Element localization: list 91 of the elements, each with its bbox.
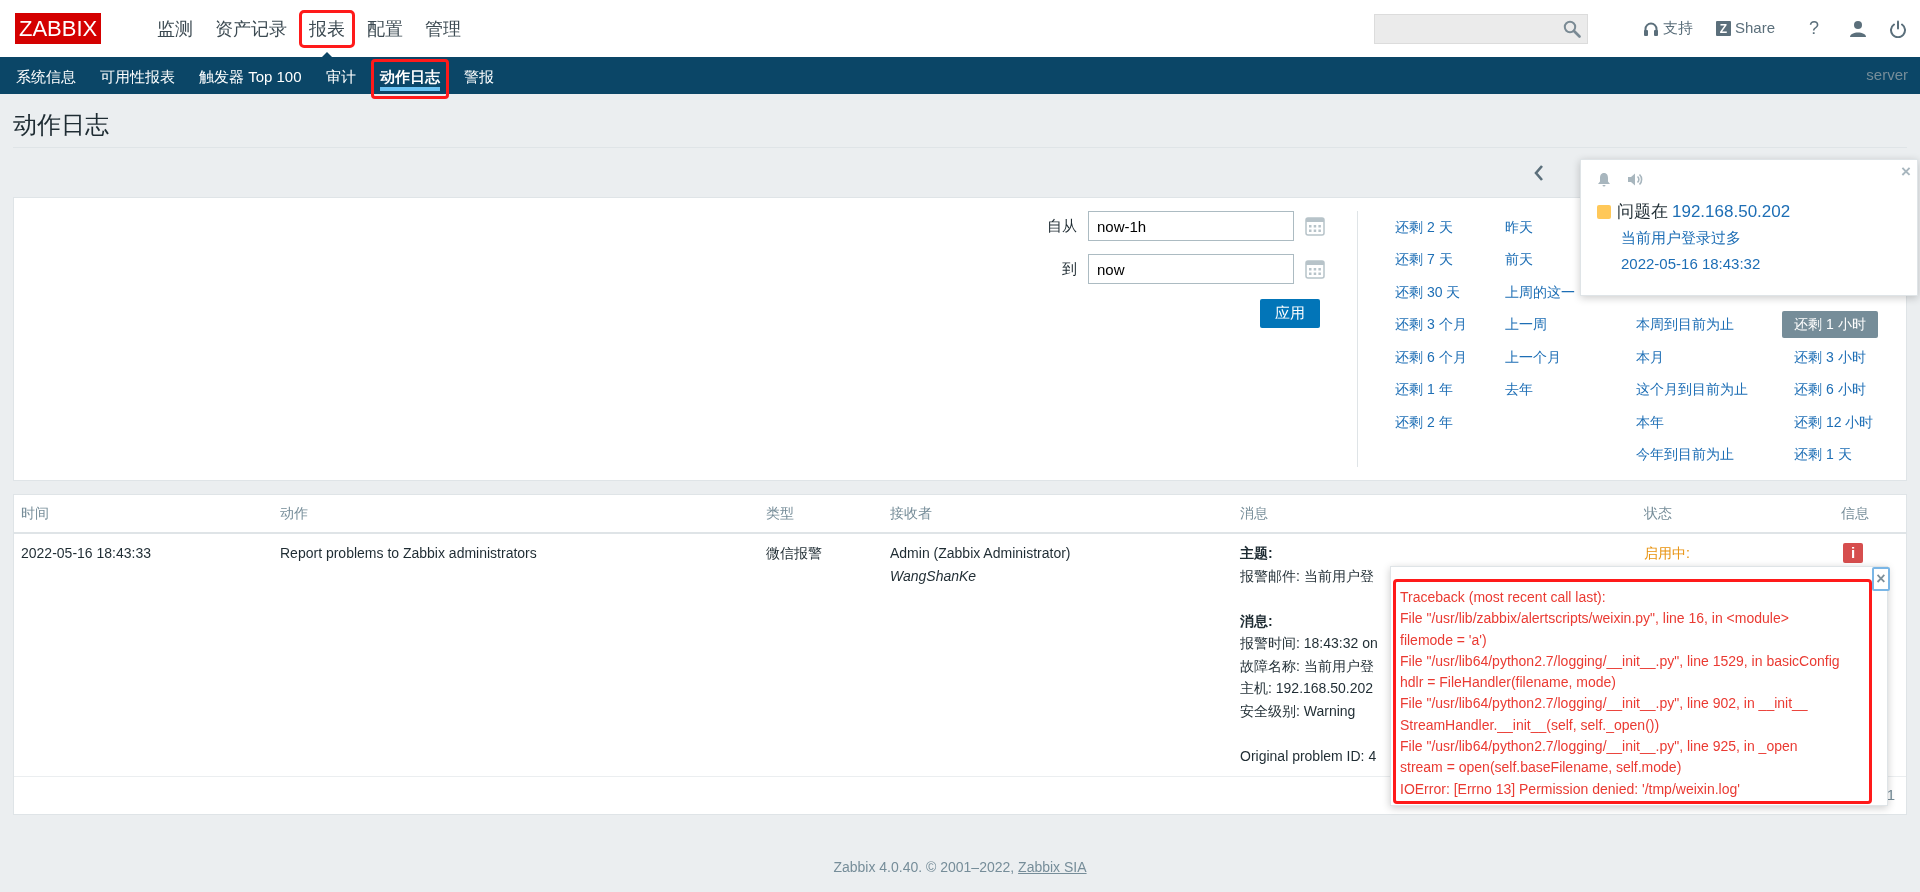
field-label: 自从 [1047, 215, 1077, 236]
status-text: 启用中: [1644, 545, 1690, 561]
quick-range-link[interactable]: 还剩 3 小时 [1794, 343, 1866, 371]
menu-item[interactable]: 配置 [357, 9, 414, 48]
menu-item[interactable]: 管理 [415, 9, 472, 48]
message-line: 主机: 192.168.50.202 [1240, 679, 1374, 698]
field-label: 到 [1061, 258, 1077, 279]
quick-range-link[interactable]: 上周的这一 [1505, 278, 1575, 306]
quick-range-link[interactable]: 今年到目前为止 [1636, 441, 1734, 469]
quick-range-link[interactable]: 还剩 2 年 [1395, 408, 1453, 436]
submenu-item[interactable]: 动作日志 [370, 59, 449, 99]
chevron-left-icon [1533, 164, 1545, 183]
column-header: 状态 [1644, 505, 1672, 521]
quick-range-link[interactable]: 本周到目前为止 [1636, 311, 1734, 339]
quick-range-link[interactable]: 还剩 30 天 [1395, 278, 1461, 306]
quick-range-link[interactable]: 上一个月 [1505, 343, 1561, 371]
calendar-icon[interactable] [1305, 216, 1325, 236]
quick-range-link[interactable]: 还剩 12 小时 [1794, 408, 1874, 436]
error-line: stream = open(self.baseFilename, self.mode) [1400, 758, 1683, 778]
quick-range-link[interactable]: 还剩 6 小时 [1794, 376, 1866, 404]
message-line: 安全级别: Warning [1240, 701, 1356, 721]
recipient-user: WangShanKe [890, 566, 978, 586]
info-icon[interactable]: i [1843, 543, 1863, 564]
error-line: StreamHandler.__init__(self, self._open()) [1400, 715, 1661, 735]
calendar-icon[interactable] [1305, 259, 1325, 279]
quick-range-link[interactable]: 还剩 7 天 [1395, 246, 1453, 274]
quick-range-link[interactable]: 前天 [1505, 246, 1533, 274]
share-icon: Z [1715, 21, 1731, 36]
column-header: 类型 [766, 505, 794, 521]
bell-icon[interactable] [1597, 172, 1611, 187]
severity-icon [1597, 204, 1611, 219]
host-link[interactable]: 192.168.50.202 [1672, 199, 1791, 225]
error-line: File "/usr/lib64/python2.7/logging/__init__.py", line 925, in _open [1400, 737, 1799, 757]
time-cell: 2022-05-16 18:43:33 [21, 545, 151, 561]
error-line: File "/usr/lib/zabbix/alertscripts/weixin.py", line 16, in <module> [1400, 609, 1790, 629]
user-icon[interactable] [1849, 19, 1867, 38]
error-line: IOError: [Errno 13] Permission denied: '/tmp/weixin.log' [1400, 779, 1741, 799]
share-link[interactable]: Z Share [1715, 17, 1775, 40]
quick-range-link[interactable]: 去年 [1505, 376, 1533, 404]
message-heading: 消息: [1240, 611, 1273, 631]
error-line: Traceback (most recent call last): [1400, 588, 1607, 607]
menu-item[interactable]: 监测 [147, 9, 204, 48]
quick-range-link[interactable]: 本月 [1636, 343, 1664, 371]
problem-time: 2022-05-16 18:43:32 [1621, 253, 1762, 274]
message-line: 报警时间: 18:43:32 on [1240, 634, 1378, 653]
quick-range-link[interactable]: 还剩 1 年 [1395, 376, 1453, 404]
column-header: 动作 [280, 505, 308, 521]
speaker-icon[interactable] [1627, 172, 1643, 187]
close-button[interactable]: × [1872, 567, 1890, 591]
support-link[interactable]: 支持 [1642, 17, 1693, 40]
message-line: 故障名称: 当前用户登 [1240, 656, 1374, 676]
footer-link[interactable]: Zabbix SIA [1018, 859, 1087, 875]
help-link[interactable]: ? [1809, 15, 1819, 42]
quick-range-link[interactable]: 昨天 [1505, 213, 1533, 241]
message-heading: 主题: [1240, 544, 1273, 563]
quick-range-link[interactable]: 还剩 1 小时 [1782, 311, 1878, 339]
action-cell: Report problems to Zabbix administrators [280, 545, 537, 561]
power-icon[interactable] [1889, 19, 1907, 38]
search-field[interactable] [1373, 13, 1588, 44]
quick-range-link[interactable]: 还剩 2 天 [1395, 213, 1453, 241]
search-icon [1562, 19, 1581, 38]
problem-link[interactable]: 当前用户登录过多 [1621, 224, 1901, 251]
quick-range-link[interactable]: 还剩 6 个月 [1395, 343, 1467, 371]
quick-range-link[interactable]: 本年 [1636, 408, 1664, 436]
quick-range-link[interactable]: 还剩 3 个月 [1395, 311, 1467, 339]
date-field[interactable]: now [1088, 254, 1294, 284]
server-name: server [1866, 65, 1908, 86]
error-line: File "/usr/lib64/python2.7/logging/__init__.py", line 902, in __init__ [1400, 694, 1809, 714]
column-header: 信息 [1841, 505, 1869, 521]
logo[interactable]: ZABBIX [15, 13, 102, 44]
error-line: filemode = 'a') [1400, 630, 1488, 650]
error-line: File "/usr/lib64/python2.7/logging/__init__.py", line 1529, in basicConfig [1400, 651, 1841, 671]
menu-item[interactable]: 资产记录 [205, 9, 298, 48]
column-header: 消息 [1240, 505, 1268, 521]
quick-range-link[interactable]: 还剩 1 天 [1794, 441, 1852, 469]
page-count: 1 [1886, 785, 1895, 806]
footer-text: Zabbix 4.0.40. © 2001–2022, Zabbix SIA [832, 858, 1088, 877]
error-line: hdlr = FileHandler(filename, mode) [1400, 673, 1617, 693]
quick-range-link[interactable]: 上一周 [1505, 311, 1547, 339]
message-line: Original problem ID: 4 [1240, 746, 1377, 766]
apply-button[interactable]: 应用 [1260, 299, 1320, 328]
type-cell: 微信报警 [766, 545, 822, 561]
headset-icon [1642, 20, 1659, 37]
page-title: 动作日志 [13, 94, 1907, 148]
quick-range-link[interactable]: 这个月到目前为止 [1636, 376, 1748, 404]
recipient-name: Admin (Zabbix Administrator) [890, 544, 1072, 563]
message-line: 报警邮件: 当前用户登 [1240, 566, 1374, 586]
column-header: 接收者 [890, 505, 932, 521]
notification-title: 问题在 [1617, 201, 1668, 223]
date-field[interactable]: now-1h [1088, 211, 1294, 241]
column-header: 时间 [21, 505, 49, 521]
